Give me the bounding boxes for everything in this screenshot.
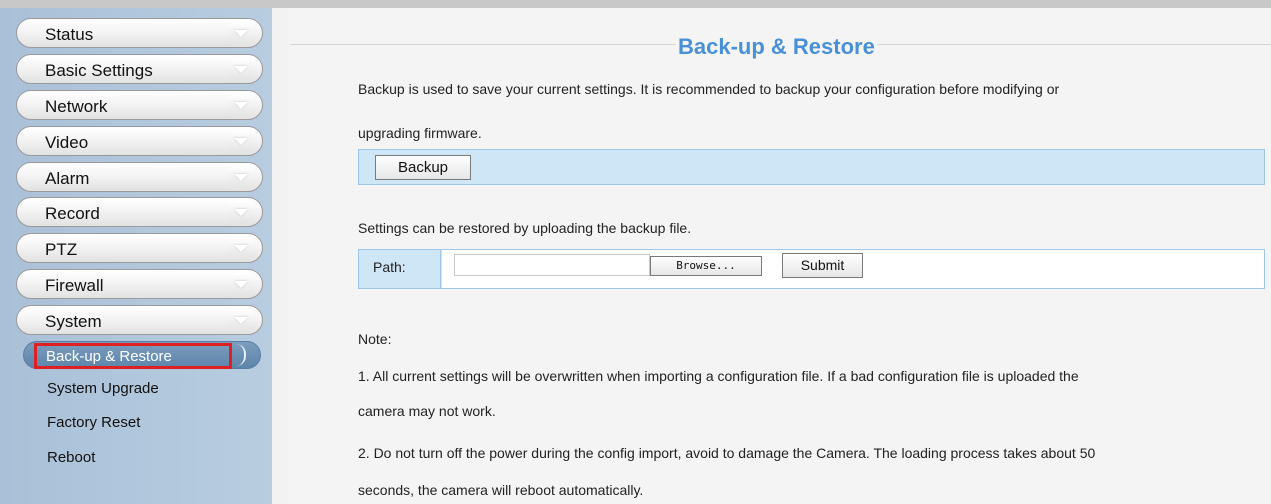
submenu-label: Back-up & Restore: [46, 348, 172, 365]
menu-label: System: [45, 312, 102, 331]
menu-basic-settings[interactable]: Basic Settings: [16, 54, 263, 84]
menu-network[interactable]: Network: [16, 90, 263, 120]
menu-label: Alarm: [45, 169, 90, 188]
chevron-down-icon: [226, 201, 256, 223]
path-label-cell: Path:: [359, 250, 441, 288]
backup-bar: Backup: [358, 149, 1265, 185]
selection-pointer-icon: [272, 336, 286, 360]
submit-button[interactable]: Submit: [782, 253, 863, 278]
menu-label: Firewall: [45, 276, 104, 295]
note-1-cont: camera may not work.: [358, 403, 496, 419]
chevron-down-icon: [226, 58, 256, 80]
submenu-system-upgrade[interactable]: System Upgrade: [47, 380, 159, 397]
chevron-down-icon: [226, 273, 256, 295]
chevron-down-icon: [226, 22, 256, 44]
note-1: 1. All current settings will be overwrit…: [358, 368, 1079, 384]
menu-record[interactable]: Record: [16, 197, 263, 227]
path-label: Path:: [373, 259, 406, 275]
sidebar: Status Basic Settings Network Video Alar…: [0, 8, 272, 504]
top-bar: [0, 0, 1271, 8]
note-2: 2. Do not turn off the power during the …: [358, 445, 1096, 461]
menu-ptz[interactable]: PTZ: [16, 233, 263, 263]
restore-description: Settings can be restored by uploading th…: [358, 220, 692, 236]
backup-button[interactable]: Backup: [375, 155, 471, 180]
menu-label: Video: [45, 133, 89, 152]
menu-label: Network: [45, 97, 108, 116]
menu-label: PTZ: [45, 240, 78, 259]
menu-label: Basic Settings: [45, 61, 153, 80]
submenu-backup-restore[interactable]: Back-up & Restore: [23, 341, 261, 369]
browse-button[interactable]: Browse...: [650, 256, 762, 276]
note-title: Note:: [358, 331, 392, 347]
menu-firewall[interactable]: Firewall: [16, 269, 263, 299]
menu-video[interactable]: Video: [16, 126, 263, 156]
chevron-down-icon: [226, 166, 256, 188]
submenu-endcap: [236, 344, 246, 366]
menu-alarm[interactable]: Alarm: [16, 162, 263, 192]
menu-system[interactable]: System: [16, 305, 263, 335]
chevron-down-icon: [226, 130, 256, 152]
page-title: Back-up & Restore: [676, 34, 877, 60]
path-field-cell: Browse... Submit: [442, 250, 1264, 288]
backup-description-cont: upgrading firmware.: [358, 125, 482, 141]
restore-path-row: Path: Browse... Submit: [358, 249, 1265, 289]
menu-status[interactable]: Status: [16, 18, 263, 48]
submenu-factory-reset[interactable]: Factory Reset: [47, 414, 140, 431]
file-path-input[interactable]: [454, 254, 650, 276]
backup-description: Backup is used to save your current sett…: [358, 81, 1060, 97]
menu-label: Status: [45, 25, 94, 44]
chevron-down-icon: [226, 94, 256, 116]
chevron-down-icon: [226, 309, 256, 331]
submenu-reboot[interactable]: Reboot: [47, 449, 95, 466]
chevron-down-icon: [226, 237, 256, 259]
menu-label: Record: [45, 204, 100, 223]
note-2-cont: seconds, the camera will reboot automati…: [358, 482, 644, 498]
